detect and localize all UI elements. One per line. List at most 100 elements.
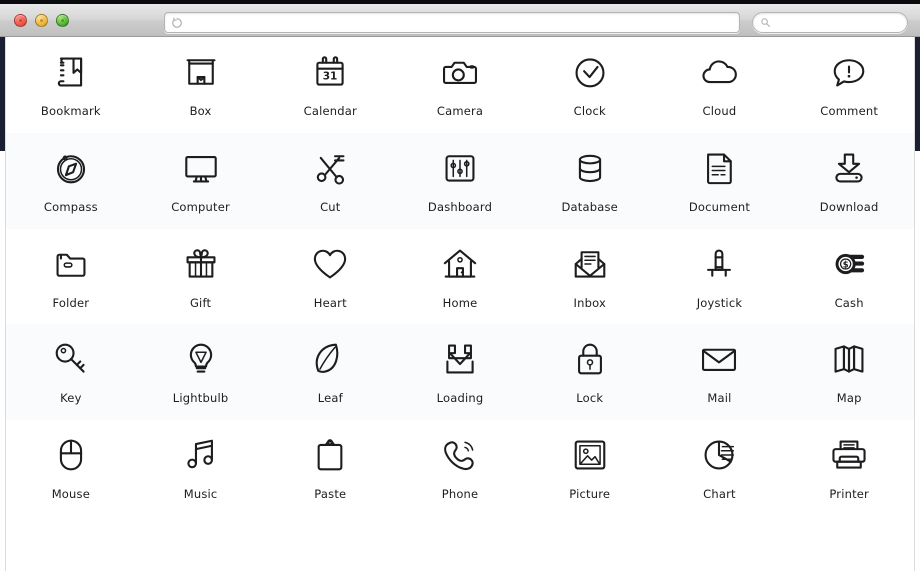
- icon-row: Bookmark Box 31 Calendar Camera Clock Cl…: [6, 37, 914, 133]
- icon-cell-computer[interactable]: Computer: [136, 133, 266, 229]
- music-icon: [178, 432, 224, 478]
- icon-cell-bookmark[interactable]: Bookmark: [6, 37, 136, 133]
- search-icon: [761, 18, 770, 27]
- lightbulb-icon: [178, 336, 224, 382]
- mail-icon: [696, 336, 742, 382]
- cloud-icon: [696, 49, 742, 95]
- cash-icon: $: [826, 241, 872, 287]
- icon-label: Lock: [576, 391, 604, 406]
- left-bezel: [0, 37, 5, 151]
- icon-label: Key: [60, 391, 82, 406]
- inbox-icon: [567, 241, 613, 287]
- icon-cell-heart[interactable]: Heart: [265, 229, 395, 325]
- search-bar[interactable]: [752, 12, 908, 33]
- icon-cell-printer[interactable]: Printer: [784, 420, 914, 516]
- minimize-window-button[interactable]: [35, 13, 48, 27]
- icon-label: Mouse: [51, 487, 91, 502]
- folder-icon: [48, 241, 94, 287]
- icon-label: Computer: [171, 199, 230, 214]
- icon-cell-cut[interactable]: Cut: [265, 133, 395, 229]
- comment-icon: [826, 49, 872, 95]
- icon-cell-comment[interactable]: Comment: [784, 37, 914, 133]
- icon-label: Download: [819, 199, 879, 214]
- icon-cell-document[interactable]: Document: [655, 133, 785, 229]
- icon-cell-inbox[interactable]: Inbox: [525, 229, 655, 325]
- icon-cell-download[interactable]: Download: [784, 133, 914, 229]
- icon-cell-mouse[interactable]: Mouse: [6, 420, 136, 516]
- icon-label: Database: [561, 199, 618, 214]
- icon-cell-loading[interactable]: Loading: [395, 324, 525, 420]
- icon-cell-box[interactable]: Box: [136, 37, 266, 133]
- icon-cell-home[interactable]: Home: [395, 229, 525, 325]
- icon-cell-calendar[interactable]: 31 Calendar: [265, 37, 395, 133]
- icon-label: Cash: [834, 295, 864, 310]
- icon-cell-lock[interactable]: Lock: [525, 324, 655, 420]
- maximize-window-button[interactable]: [56, 13, 69, 27]
- icon-cell-cash[interactable]: $ Cash: [784, 229, 914, 325]
- icon-cell-camera[interactable]: Camera: [395, 37, 525, 133]
- address-bar[interactable]: [164, 12, 740, 33]
- icon-row: Folder Gift Heart Home Inbox Joystick $ …: [6, 229, 914, 325]
- icon-cell-picture[interactable]: Picture: [525, 420, 655, 516]
- icon-cell-gift[interactable]: Gift: [136, 229, 266, 325]
- traffic-light-group: [14, 13, 69, 27]
- icon-label: Mail: [707, 391, 732, 406]
- icon-label: Phone: [441, 487, 479, 502]
- calendar-icon: 31: [307, 49, 353, 95]
- leaf-icon: [307, 336, 353, 382]
- browser-window: Bookmark Box 31 Calendar Camera Clock Cl…: [0, 0, 920, 571]
- icon-label: Camera: [436, 104, 484, 118]
- icon-label: Music: [183, 487, 218, 502]
- icon-cell-lightbulb[interactable]: Lightbulb: [136, 324, 266, 420]
- icon-cell-database[interactable]: Database: [525, 133, 655, 229]
- icon-label: Bookmark: [40, 104, 101, 118]
- icon-cell-clock[interactable]: Clock: [525, 37, 655, 133]
- icon-label: Home: [442, 295, 478, 310]
- home-icon: [437, 241, 483, 287]
- icon-label: Loading: [436, 391, 484, 406]
- dashboard-icon: [437, 145, 483, 191]
- icon-row: Compass Computer Cut Dashboard Database …: [6, 132, 914, 229]
- mouse-icon: [48, 432, 94, 478]
- icon-label: Clock: [573, 104, 606, 118]
- lock-icon: [567, 336, 613, 382]
- icon-label: Lightbulb: [172, 391, 229, 406]
- download-icon: [826, 145, 872, 191]
- svg-text:31: 31: [323, 71, 338, 83]
- right-bezel: [915, 37, 920, 151]
- icon-gallery: Bookmark Box 31 Calendar Camera Clock Cl…: [5, 37, 915, 571]
- icon-label: Paste: [314, 487, 347, 502]
- icon-cell-paste[interactable]: Paste: [265, 420, 395, 516]
- icon-cell-phone[interactable]: Phone: [395, 420, 525, 516]
- icon-cell-folder[interactable]: Folder: [6, 229, 136, 325]
- clock-icon: [567, 49, 613, 95]
- icon-cell-joystick[interactable]: Joystick: [655, 229, 785, 325]
- loading-spinner-icon: [172, 17, 182, 28]
- gift-icon: [178, 241, 224, 287]
- box-icon: [178, 49, 224, 95]
- icon-cell-key[interactable]: Key: [6, 324, 136, 420]
- joystick-icon: [696, 241, 742, 287]
- icon-cell-leaf[interactable]: Leaf: [265, 324, 395, 420]
- icon-label: Picture: [569, 487, 611, 502]
- icon-label: Box: [189, 104, 212, 118]
- icon-cell-map[interactable]: Map: [784, 324, 914, 420]
- icon-label: Document: [688, 199, 751, 214]
- icon-cell-cloud[interactable]: Cloud: [655, 37, 785, 133]
- icon-cell-music[interactable]: Music: [136, 420, 266, 516]
- icon-label: Cloud: [702, 104, 737, 118]
- bookmark-icon: [48, 49, 94, 95]
- heart-icon: [307, 241, 353, 287]
- icon-cell-dashboard[interactable]: Dashboard: [395, 133, 525, 229]
- icon-cell-chart[interactable]: Chart: [655, 420, 785, 516]
- pie-chart-icon: [696, 432, 742, 478]
- close-window-button[interactable]: [14, 13, 27, 27]
- clipboard-icon: [307, 432, 353, 478]
- icon-label: Calendar: [303, 104, 357, 118]
- icon-label: Gift: [189, 295, 212, 310]
- icon-cell-mail[interactable]: Mail: [655, 324, 785, 420]
- icon-cell-compass[interactable]: Compass: [6, 133, 136, 229]
- icon-label: Compass: [43, 199, 98, 214]
- compass-icon: [48, 145, 94, 191]
- icon-label: Comment: [820, 104, 879, 118]
